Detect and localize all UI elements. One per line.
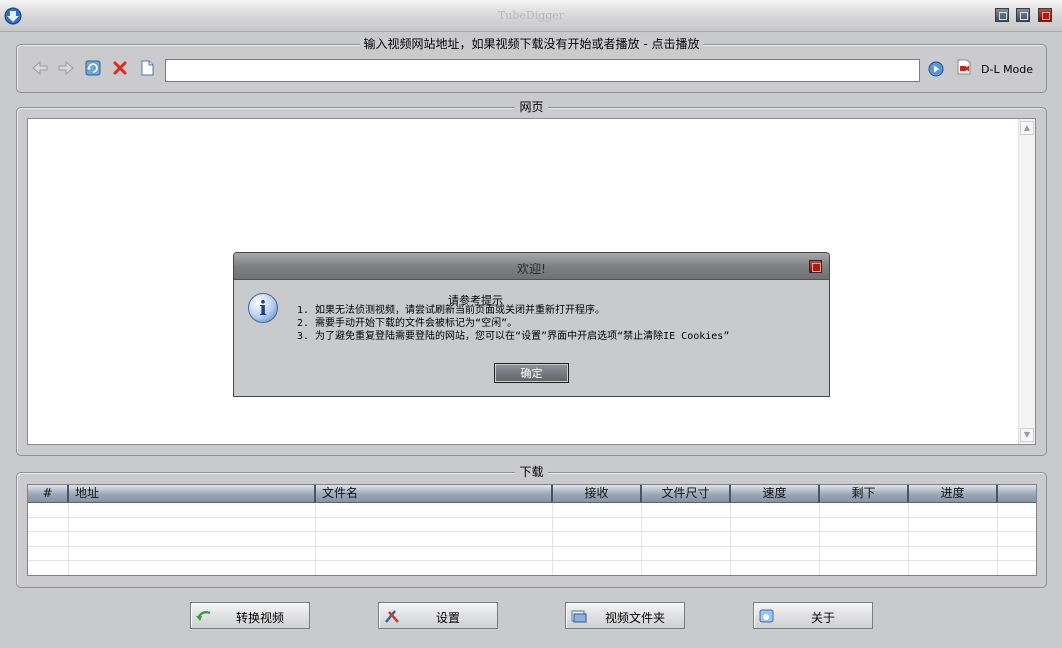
column-header-index[interactable]: # — [28, 485, 69, 502]
record-icon[interactable] — [955, 58, 973, 76]
ok-button[interactable]: 确定 — [494, 363, 569, 383]
scroll-up-icon[interactable]: ▲ — [1020, 121, 1034, 135]
download-table[interactable]: # 地址 文件名 接收 文件尺寸 速度 剩下 进度 — [27, 484, 1037, 576]
title-bar: TubeDigger — [0, 0, 1062, 32]
play-icon[interactable] — [927, 60, 945, 78]
settings-label: 设置 — [435, 611, 460, 625]
back-icon[interactable] — [31, 59, 49, 77]
about-button[interactable]: 关于 — [753, 602, 873, 629]
info-icon: i — [248, 293, 278, 323]
webpage-group-caption: 网页 — [515, 100, 548, 114]
maximize-button[interactable] — [1016, 8, 1030, 22]
stop-icon[interactable] — [111, 59, 129, 77]
dialog-line-2: 2. 需要手动开始下载的文件会被标记为“空闲”。 — [297, 318, 518, 329]
dialog-message: 1. 如果无法侦测视频，请尝试刷新当前页面或关闭并重新打开程序。 2. 需要手动开… — [297, 304, 729, 343]
column-header-filename[interactable]: 文件名 — [316, 485, 553, 502]
scroll-down-icon[interactable]: ▼ — [1020, 428, 1034, 442]
column-header-progress[interactable]: 进度 — [909, 485, 998, 502]
dialog-title-bar: 欢迎! — [234, 253, 829, 280]
close-button[interactable] — [1038, 8, 1052, 22]
column-header-remaining[interactable]: 剩下 — [820, 485, 909, 502]
column-header-speed[interactable]: 速度 — [731, 485, 820, 502]
convert-video-label: 转换视频 — [235, 611, 284, 625]
minimize-button[interactable] — [995, 8, 1009, 22]
dialog-close-button[interactable] — [809, 260, 822, 273]
download-group-caption: 下载 — [515, 465, 548, 479]
dialog-line-1: 1. 如果无法侦测视频，请尝试刷新当前页面或关闭并重新打开程序。 — [297, 305, 606, 316]
video-folder-label: 视频文件夹 — [604, 611, 665, 625]
dialog-line-3: 3. 为了避免重复登陆需要登陆的网站，您可以在“设置”界面中开启选项“禁止清除I… — [297, 331, 730, 342]
page-icon[interactable] — [138, 59, 156, 77]
column-header-address[interactable]: 地址 — [69, 485, 316, 502]
dialog-title: 欢迎! — [517, 262, 546, 276]
settings-button[interactable]: 设置 — [378, 602, 498, 629]
video-folder-button[interactable]: 视频文件夹 — [565, 602, 685, 629]
refresh-icon[interactable] — [84, 59, 102, 77]
window-title: TubeDigger — [497, 9, 565, 22]
table-row[interactable] — [28, 546, 1036, 561]
table-row[interactable] — [28, 503, 1036, 518]
about-label: 关于 — [810, 611, 835, 625]
table-row[interactable] — [28, 561, 1036, 575]
column-header-extra[interactable] — [998, 485, 1036, 502]
convert-video-button[interactable]: 转换视频 — [190, 602, 310, 629]
url-input[interactable] — [165, 59, 920, 82]
welcome-dialog: 欢迎! i 请参考提示 1. 如果无法侦测视频，请尝试刷新当前页面或关闭并重新打… — [233, 252, 830, 397]
table-row[interactable] — [28, 517, 1036, 532]
table-header: # 地址 文件名 接收 文件尺寸 速度 剩下 进度 — [28, 485, 1036, 503]
dl-mode-toggle[interactable]: D-L Mode — [981, 63, 1033, 76]
column-header-received[interactable]: 接收 — [553, 485, 642, 502]
table-row[interactable] — [28, 532, 1036, 547]
web-view-scrollbar[interactable]: ▲ ▼ — [1018, 119, 1035, 444]
url-group-caption: 输入视频网站地址，如果视频下载没有开始或者播放 - 点击播放 — [359, 37, 704, 51]
forward-icon[interactable] — [57, 59, 75, 77]
column-header-filesize[interactable]: 文件尺寸 — [642, 485, 731, 502]
